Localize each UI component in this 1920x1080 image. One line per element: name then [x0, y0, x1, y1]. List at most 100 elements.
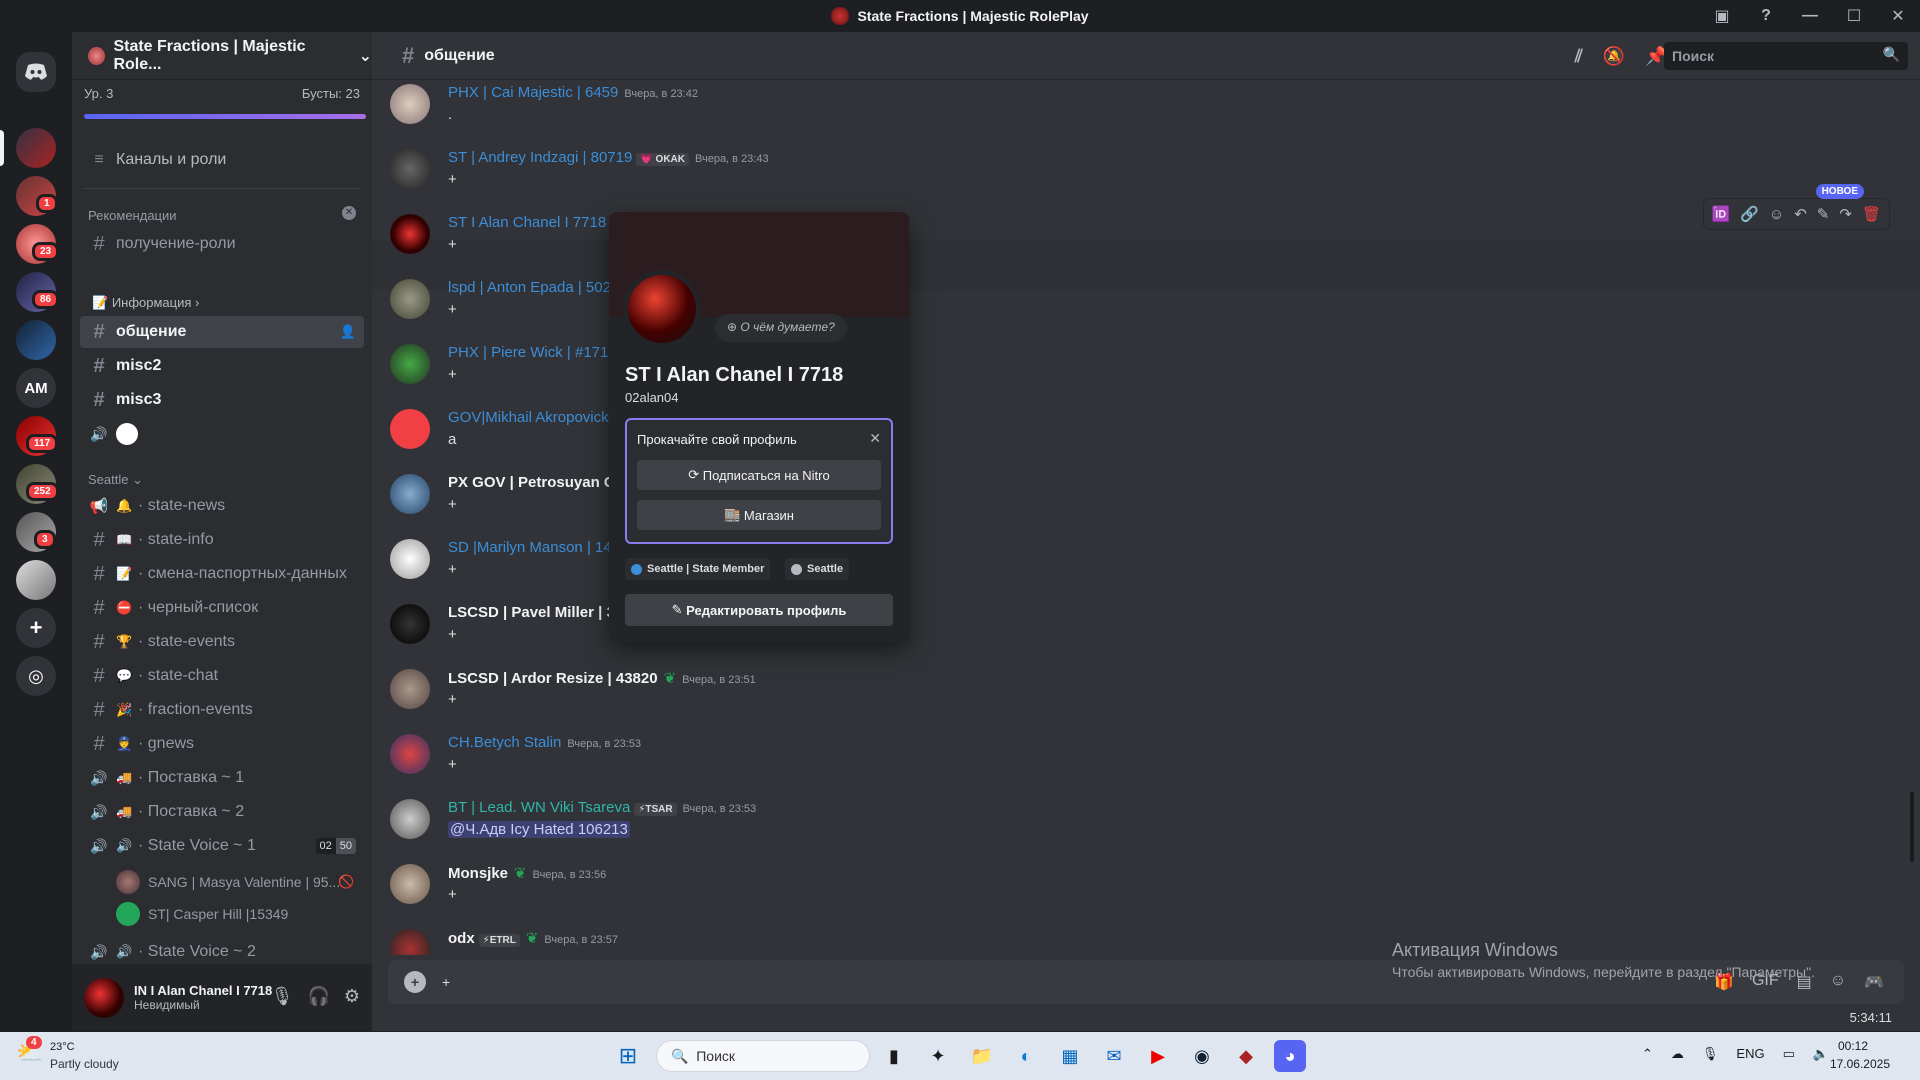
message[interactable]: CH.Betych Stalin Вчера, в 23:53 + — [390, 734, 1890, 794]
inbox-icon[interactable]: ▣ — [1700, 6, 1744, 26]
clock-time[interactable]: 00:12 — [1838, 1039, 1868, 1053]
attach-icon[interactable]: + — [404, 971, 426, 993]
channel-obshchenie[interactable]: # общение 👤 — [80, 316, 364, 348]
avatar[interactable] — [84, 977, 124, 1018]
message-author[interactable]: GOV|Mikhail Akropovick — [448, 409, 609, 426]
avatar[interactable] — [390, 279, 430, 319]
channel-misc2[interactable]: # misc2 — [80, 350, 364, 382]
message-author[interactable]: Monsjke — [448, 865, 508, 882]
server-1[interactable] — [16, 128, 56, 168]
server-5[interactable] — [16, 320, 56, 360]
avatar[interactable] — [390, 864, 430, 904]
discord-home-icon[interactable] — [16, 52, 56, 92]
message[interactable]: odx ⚡ETRL ❦ Вчера, в 23:57 — [390, 929, 1890, 955]
edge-icon[interactable]: ◐ — [1010, 1040, 1042, 1072]
start-button[interactable]: ⊞ — [612, 1040, 644, 1072]
network-app-icon[interactable]: ☁ — [1671, 1046, 1684, 1062]
channel-misc3[interactable]: # misc3 — [80, 384, 364, 416]
avatar[interactable] — [390, 799, 430, 839]
avatar[interactable] — [390, 344, 430, 384]
avatar[interactable] — [390, 539, 430, 579]
avatar[interactable] — [390, 474, 430, 514]
threads-icon[interactable]: ⫽ — [1575, 46, 1583, 67]
message-author[interactable]: PHX | Piere Wick | #1718 — [448, 344, 617, 361]
search-input[interactable]: Поиск 🔍 — [1664, 42, 1908, 70]
channel-state-news[interactable]: 📢 🔔 · state-news — [80, 490, 364, 522]
avatar[interactable] — [390, 409, 430, 449]
chevron-up-icon[interactable]: ⌃ — [1642, 1046, 1653, 1062]
emoji-icon[interactable]: ☺ — [1830, 972, 1846, 992]
add-server-icon[interactable]: + — [16, 608, 56, 648]
wifi-icon[interactable]: ▭ — [1783, 1046, 1795, 1062]
channel-passport[interactable]: # 📝 · смена-паспортных-данных — [80, 558, 364, 590]
headphones-icon[interactable]: 🎧 — [307, 986, 329, 1007]
copilot-icon[interactable]: ✦ — [922, 1040, 954, 1072]
taskbar-search[interactable]: 🔍 Поиск — [656, 1040, 870, 1072]
voice-state-voice-1[interactable]: 🔊 🔊 · State Voice ~ 1 02 50 — [80, 830, 364, 862]
channel-gnews[interactable]: # 👮 · gnews — [80, 728, 364, 760]
avatar[interactable] — [390, 734, 430, 774]
channels-and-roles[interactable]: ≡ Каналы и роли — [80, 144, 364, 176]
message-author[interactable]: ST I Alan Chanel I 7718 — [448, 214, 606, 231]
message-author[interactable]: odx — [448, 930, 475, 947]
voice-postavka-1[interactable]: 🔊 🚚 · Поставка ~ 1 — [80, 762, 364, 794]
server-10[interactable] — [16, 560, 56, 600]
microphone-icon[interactable]: 🎙 — [271, 986, 294, 1007]
edit-profile-button[interactable]: ✎ Редактировать профиль — [625, 594, 893, 626]
store-icon[interactable]: ▦ — [1054, 1040, 1086, 1072]
role-chip[interactable]: Seattle | State Member — [625, 558, 771, 580]
voice-user[interactable]: ST| Casper Hill |15349 — [116, 900, 288, 928]
avatar[interactable] — [390, 604, 430, 644]
message-author[interactable]: PX GOV | Petrosuyan Ch — [448, 474, 624, 491]
language-indicator[interactable]: ENG — [1736, 1046, 1764, 1062]
voice-postavka-2[interactable]: 🔊 🚚 · Поставка ~ 2 — [80, 796, 364, 828]
message[interactable]: LSCSD | Ardor Resize | 43820 ❦ Вчера, в 23… — [390, 669, 1890, 729]
message[interactable]: ST | Andrey Indzagi | 80719 💗 OKAK Вчера, … — [390, 149, 1890, 209]
message[interactable]: Monsjke ❦ Вчера, в 23:56 + — [390, 864, 1890, 924]
clock-date[interactable]: 17.06.2025 — [1830, 1057, 1890, 1071]
maximize-button[interactable]: ☐ — [1832, 6, 1876, 26]
message-author[interactable]: SD |Marilyn Manson | 14 — [448, 539, 612, 556]
add-member-icon[interactable]: 👤 — [340, 324, 356, 340]
shop-button[interactable]: 🏬 Магазин — [637, 500, 881, 530]
info-category[interactable]: 📝 Информация › — [92, 295, 199, 311]
server-am[interactable]: AM — [16, 368, 56, 408]
message-author[interactable]: ST | Andrey Indzagi | 80719 — [448, 149, 632, 166]
channel-state-info[interactable]: # 📖 · state-info — [80, 524, 364, 556]
close-button[interactable]: ✕ — [1876, 6, 1920, 26]
role-chip[interactable]: Seattle — [785, 558, 850, 580]
user-mention[interactable]: @Ч.Адв Icy Hated 106213 — [448, 821, 630, 838]
message[interactable]: BT | Lead. WN Viki Tsareva ⚡TSAR Вчера, в … — [390, 799, 1890, 859]
outlook-icon[interactable]: ✉ — [1098, 1040, 1130, 1072]
message-author[interactable]: lspd | Anton Epada | 502 — [448, 279, 611, 296]
voice-channel-blank[interactable]: 🔊 — [80, 418, 364, 450]
custom-status-input[interactable]: ⊕ О чём думаете? — [715, 314, 847, 342]
avatar[interactable] — [390, 214, 430, 254]
task-view-icon[interactable]: ▮ — [878, 1040, 910, 1072]
microphone-tray-icon[interactable]: 🎙 — [1702, 1046, 1719, 1062]
message[interactable]: PHX | Cai Majestic | 6459 Вчера, в 23:42. — [390, 84, 1890, 144]
subscribe-nitro-button[interactable]: ⟳ Подписаться на Nitro — [637, 460, 881, 490]
message-author[interactable]: PHX | Cai Majestic | 6459 — [448, 84, 618, 101]
youtube-icon[interactable]: ▶ — [1142, 1040, 1174, 1072]
notifications-muted-icon[interactable]: 🔕 — [1603, 46, 1625, 67]
close-icon[interactable]: ✕ — [342, 206, 356, 220]
gear-icon[interactable]: ⚙ — [344, 986, 360, 1007]
avatar[interactable] — [390, 669, 430, 709]
message-author[interactable]: LSCSD | Ardor Resize | 43820 — [448, 670, 658, 687]
avatar[interactable] — [623, 270, 701, 348]
minimize-button[interactable]: — — [1788, 7, 1832, 25]
server-header[interactable]: State Fractions | Majestic Role... ⌄ — [72, 32, 372, 80]
close-icon[interactable]: ✕ — [869, 430, 881, 447]
channel-state-events[interactable]: # 🏆 · state-events — [80, 626, 364, 658]
volume-icon[interactable]: 🔈 — [1813, 1046, 1829, 1062]
compass-icon[interactable]: ◎ — [16, 656, 56, 696]
help-icon[interactable]: ? — [1744, 7, 1788, 25]
avatar[interactable] — [390, 149, 430, 189]
file-explorer-icon[interactable]: 📁 — [966, 1040, 998, 1072]
server-level[interactable]: Ур. 3 Бусты: 23 — [84, 86, 368, 101]
discord-taskbar-icon[interactable]: ◕ — [1274, 1040, 1306, 1072]
channel-blacklist[interactable]: # ⛔ · черный-список — [80, 592, 364, 624]
channel-rec[interactable]: # получение-роли — [80, 228, 364, 260]
message-author[interactable]: CH.Betych Stalin — [448, 734, 561, 751]
